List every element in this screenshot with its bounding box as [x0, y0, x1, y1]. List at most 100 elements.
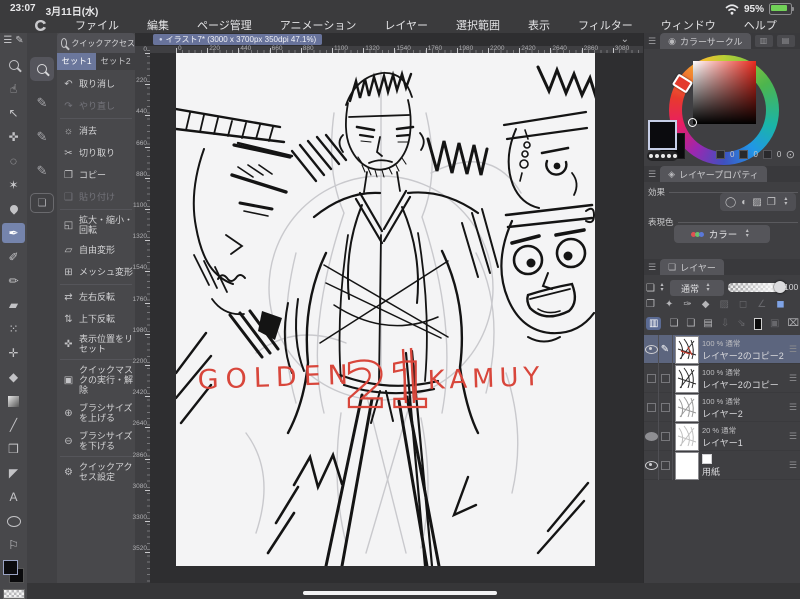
layer-panel-menu-icon[interactable]: ☰: [648, 262, 656, 273]
quick-access-item-6[interactable]: ◱ 拡大・縮小・回転: [57, 211, 135, 239]
layer-property-menu-icon[interactable]: ☰: [648, 169, 656, 180]
text-tool[interactable]: A: [2, 487, 25, 507]
color-wheel-settings-icon[interactable]: ⊙: [786, 148, 795, 161]
layer-edit-cell[interactable]: [658, 422, 673, 451]
hand-tool[interactable]: ☝: [2, 79, 25, 99]
canvas-tab[interactable]: ● イラスト7* (3000 x 3700px 350dpi 47.1%): [153, 34, 323, 45]
layer-visibility-cell[interactable]: [644, 422, 659, 451]
color-history-dots[interactable]: [647, 151, 678, 161]
quick-access-item-0[interactable]: ↶ 取り消し: [57, 73, 135, 95]
color-slider-tab-icon[interactable]: ▥: [754, 35, 773, 47]
layer-thumbnail-size-control[interactable]: ❏ ▴ ▾: [646, 280, 668, 296]
eraser-tool[interactable]: ▰: [2, 295, 25, 315]
layer-option-icon-4[interactable]: ▨: [719, 299, 728, 310]
layer-thumbnail[interactable]: [675, 336, 699, 364]
new-raster-layer-button[interactable]: ❏: [669, 318, 678, 329]
expression-stepper[interactable]: ▴ ▾: [742, 228, 752, 239]
layer-visibility-cell[interactable]: [644, 451, 659, 480]
quick-access-item-5[interactable]: ❑ 貼り付け: [57, 186, 135, 208]
marker-tool[interactable]: ✐: [2, 247, 25, 267]
layer-option-icon-7[interactable]: ◼: [776, 299, 784, 310]
pencil-tool[interactable]: ✏: [2, 271, 25, 291]
layer-option-icon-3[interactable]: ◆: [702, 299, 710, 310]
layer-menu-icon[interactable]: ☰: [789, 460, 797, 471]
merge-down-button[interactable]: ⇘: [737, 318, 745, 329]
quick-access-item-13[interactable]: ⊕ ブラシサイズを上げる: [57, 399, 135, 427]
menu-item-5[interactable]: 選択範囲: [442, 17, 514, 33]
menu-item-3[interactable]: アニメーション: [266, 17, 371, 33]
figure-tool[interactable]: ╱: [2, 415, 25, 435]
quick-access-item-1[interactable]: ↷ やり直し: [57, 95, 135, 117]
quick-access-tab-1[interactable]: セット1: [57, 53, 96, 70]
auto-select-tool[interactable]: ✶: [2, 175, 25, 195]
gradient-tool[interactable]: [2, 391, 25, 411]
menu-item-6[interactable]: 表示: [514, 17, 564, 33]
operation-tool[interactable]: ↖: [2, 103, 25, 123]
correction-tool[interactable]: ⚐: [2, 535, 25, 555]
quick-access-item-15[interactable]: ⚙ クイックアクセス設定: [57, 458, 135, 486]
canvas[interactable]: GOLDEN 21 KAMUY: [176, 53, 595, 566]
eyedropper-tool[interactable]: [2, 199, 25, 219]
pen-tool[interactable]: ✒: [2, 223, 25, 243]
main-color-swatch[interactable]: [648, 120, 677, 150]
layer-visibility-cell[interactable]: [644, 335, 659, 364]
clip-studio-logo-icon[interactable]: [34, 19, 47, 32]
layer-thumbnail[interactable]: [675, 394, 699, 422]
decoration-tool[interactable]: ✛: [2, 343, 25, 363]
layer-row-4[interactable]: 用紙 ☰: [644, 451, 800, 480]
material-palette-icon[interactable]: ❏: [30, 193, 54, 213]
layer-mask-icon[interactable]: [753, 317, 763, 330]
quick-access-item-12[interactable]: ▣ クイックマスクの実行・解除: [57, 361, 135, 399]
quick-access-tab-2[interactable]: セット2: [96, 53, 135, 70]
layer-panel-tab[interactable]: ❏ レイヤー: [660, 259, 724, 275]
layer-property-tab[interactable]: ◈ レイヤープロパティ: [660, 166, 767, 182]
layer-option-icon-0[interactable]: ❐: [646, 299, 655, 310]
quick-access-item-2[interactable]: ☼ 消去: [57, 120, 135, 142]
layer-option-icon-6[interactable]: ∠: [757, 299, 766, 310]
polyline-tool[interactable]: ◤: [2, 463, 25, 483]
balloon-tool[interactable]: [2, 511, 25, 531]
sub-tool-palette-icon[interactable]: ✎: [30, 91, 54, 115]
layer-row-3[interactable]: 20 % 通常 レイヤー1 ☰: [644, 422, 800, 451]
create-mask-button[interactable]: ▣: [770, 318, 779, 329]
toolbar-collapse-icon[interactable]: ⌄: [621, 34, 629, 45]
layer-edit-cell[interactable]: [658, 364, 673, 393]
transfer-down-button[interactable]: ⇩: [721, 318, 729, 329]
quick-access-item-14[interactable]: ⊖ ブラシサイズを下げる: [57, 427, 135, 455]
menu-item-1[interactable]: 編集: [133, 17, 183, 33]
quick-access-palette-icon[interactable]: [30, 57, 54, 81]
layer-color-effect-icon[interactable]: ❐: [767, 197, 776, 208]
quick-access-item-4[interactable]: ❐ コピー: [57, 164, 135, 186]
border-effect-icon[interactable]: ◯: [725, 197, 736, 208]
new-vector-layer-button[interactable]: ❑: [686, 318, 695, 329]
layer-thumbnail[interactable]: [675, 365, 699, 393]
layer-option-icon-2[interactable]: ✑: [683, 299, 691, 310]
foreground-color-swatch[interactable]: [3, 560, 18, 575]
layer-edit-cell[interactable]: [658, 393, 673, 422]
tool-edit-icon[interactable]: ✎: [15, 35, 23, 46]
home-indicator[interactable]: [303, 591, 497, 595]
blend-mode-dropdown[interactable]: 通常 ▴ ▾: [670, 280, 724, 296]
zoom-tool[interactable]: [2, 55, 25, 75]
menu-item-4[interactable]: レイヤー: [370, 17, 442, 33]
frame-border-tool[interactable]: ❒: [2, 439, 25, 459]
menu-item-9[interactable]: ヘルプ: [730, 17, 791, 33]
layer-menu-icon[interactable]: ☰: [789, 344, 797, 355]
tone-effect-icon[interactable]: ◐: [741, 197, 747, 208]
quick-access-item-11[interactable]: ✜ 表示位置をリセット: [57, 330, 135, 358]
menu-item-0[interactable]: ファイル: [61, 17, 133, 33]
menu-item-8[interactable]: ウィンドウ: [647, 17, 730, 33]
layer-row-2[interactable]: 100 % 通常 レイヤー2 ☰: [644, 393, 800, 422]
expression-color-dropdown[interactable]: カラー ▴ ▾: [674, 225, 770, 243]
saturation-value-square[interactable]: [693, 61, 756, 124]
fill-tool[interactable]: ◆: [2, 367, 25, 387]
layer-menu-icon[interactable]: ☰: [789, 373, 797, 384]
menu-item-2[interactable]: ページ管理: [183, 17, 266, 33]
color-circle-tab[interactable]: ◉ カラーサークル: [660, 33, 751, 49]
delete-layer-button[interactable]: ⌧: [787, 318, 799, 329]
layer-row-1[interactable]: 100 % 通常 レイヤー2のコピー ☰: [644, 364, 800, 393]
new-folder-button[interactable]: ▤: [703, 318, 712, 329]
selection-tool[interactable]: ◌: [2, 151, 25, 171]
layer-visibility-cell[interactable]: [644, 364, 659, 393]
layer-row-0[interactable]: ✎ 100 % 通常 レイヤー2のコピー2 ☰: [644, 335, 800, 364]
